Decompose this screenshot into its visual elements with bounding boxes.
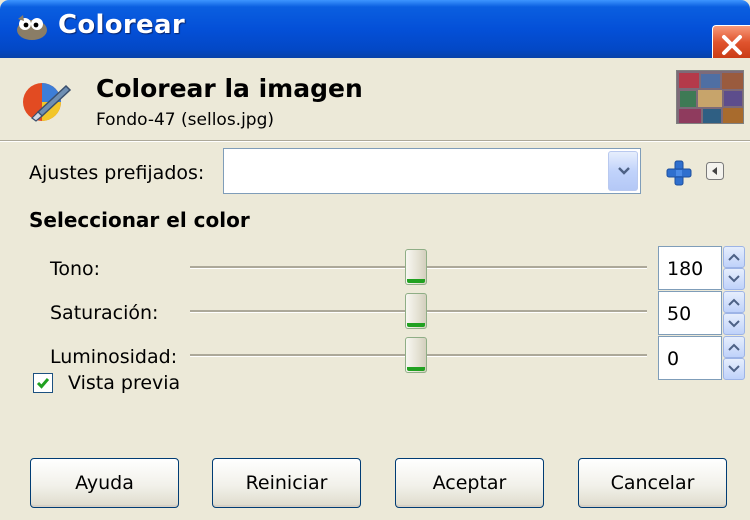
preview-label[interactable]: Vista previa <box>68 372 180 394</box>
chevron-up-icon <box>728 298 740 306</box>
arrow-left-icon[interactable] <box>706 162 724 180</box>
saturation-slider-handle[interactable] <box>405 293 427 329</box>
saturation-spin-up[interactable] <box>723 291 745 313</box>
window-title: Colorear <box>58 10 185 40</box>
lightness-spin-input[interactable]: 0 <box>658 336 722 380</box>
lightness-spin-up[interactable] <box>723 336 745 358</box>
colorize-icon <box>23 82 72 122</box>
hue-spin-input[interactable]: 180 <box>658 246 722 290</box>
section-title: Seleccionar el color <box>29 208 250 232</box>
cancel-button[interactable]: Cancelar <box>578 458 727 508</box>
ok-button[interactable]: Aceptar <box>395 458 544 508</box>
image-thumbnail <box>676 70 744 124</box>
header-divider <box>0 140 750 142</box>
hue-slider-handle[interactable] <box>405 249 427 285</box>
saturation-label: Saturación: <box>50 302 159 324</box>
reset-button[interactable]: Reiniciar <box>212 458 361 508</box>
presets-label: Ajustes prefijados: <box>29 162 205 184</box>
chevron-down-icon <box>728 365 740 373</box>
close-icon <box>722 35 742 55</box>
lightness-spin-down[interactable] <box>723 358 745 380</box>
hue-label: Tono: <box>50 258 101 280</box>
hue-spin-down[interactable] <box>723 268 745 290</box>
chevron-down-icon <box>728 275 740 283</box>
saturation-spin-input[interactable]: 50 <box>658 291 722 335</box>
lightness-label: Luminosidad: <box>50 346 178 368</box>
saturation-spin-down[interactable] <box>723 313 745 335</box>
presets-combobox[interactable] <box>223 148 641 194</box>
chevron-up-icon <box>728 343 740 351</box>
header-subtitle: Fondo-47 (sellos.jpg) <box>96 110 275 130</box>
presets-dropdown-button[interactable] <box>608 151 638 191</box>
title-bar[interactable]: Colorear <box>0 0 750 63</box>
preview-checkbox[interactable] <box>33 373 53 393</box>
colorize-dialog: Colorear Colorear la imagen Fondo-47 (se… <box>0 0 750 520</box>
chevron-down-icon <box>728 320 740 328</box>
help-button[interactable]: Ayuda <box>30 458 179 508</box>
plus-icon[interactable] <box>666 160 692 186</box>
header-title: Colorear la imagen <box>96 74 363 103</box>
gimp-wilber-icon <box>17 15 47 40</box>
chevron-down-icon <box>618 167 630 175</box>
hue-spin-up[interactable] <box>723 246 745 268</box>
lightness-slider-handle[interactable] <box>405 337 427 373</box>
checkmark-icon <box>36 378 50 389</box>
chevron-up-icon <box>728 253 740 261</box>
